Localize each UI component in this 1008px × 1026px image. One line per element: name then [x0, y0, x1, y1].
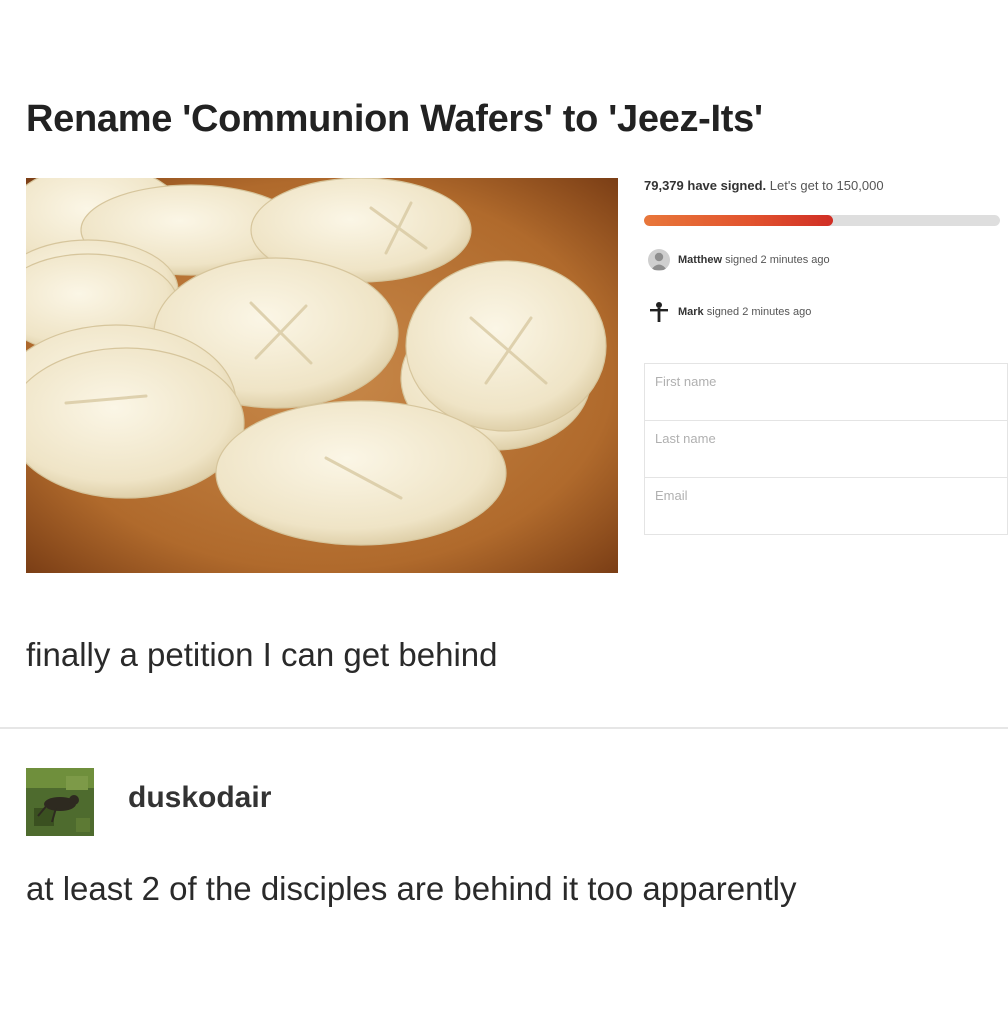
signer-text: Matthew signed 2 minutes ago — [678, 254, 830, 266]
user-avatar[interactable] — [26, 768, 94, 836]
recent-signer-matthew: Matthew signed 2 minutes ago — [648, 248, 830, 272]
signer-name: Matthew — [678, 254, 722, 266]
email-input[interactable] — [655, 488, 985, 503]
signature-count: 79,379 have signed. — [644, 178, 767, 193]
signature-count-line: 79,379 have signed. Let's get to 150,000 — [644, 178, 884, 193]
post-divider — [0, 727, 1008, 729]
signer-text: Mark signed 2 minutes ago — [678, 306, 811, 318]
first-name-field[interactable] — [644, 363, 1008, 421]
progress-fill — [644, 215, 833, 226]
petition-title: Rename 'Communion Wafers' to 'Jeez-Its' — [26, 98, 763, 140]
last-name-input[interactable] — [655, 431, 985, 446]
communion-wafers-photo — [26, 178, 618, 573]
signer-name: Mark — [678, 306, 704, 318]
recent-signer-mark: Mark signed 2 minutes ago — [648, 300, 811, 324]
figure-icon — [648, 301, 670, 323]
signature-progress-bar — [644, 215, 1000, 226]
reply-username[interactable]: duskodair — [128, 781, 271, 815]
post-caption: finally a petition I can get behind — [26, 636, 498, 673]
signature-goal: Let's get to 150,000 — [769, 178, 884, 193]
email-field[interactable] — [644, 477, 1008, 535]
first-name-input[interactable] — [655, 374, 985, 389]
person-icon — [648, 249, 670, 271]
signer-action: signed 2 minutes ago — [725, 254, 830, 266]
signer-action: signed 2 minutes ago — [706, 306, 812, 318]
reply-text: at least 2 of the disciples are behind i… — [26, 870, 797, 907]
last-name-field[interactable] — [644, 420, 1008, 478]
